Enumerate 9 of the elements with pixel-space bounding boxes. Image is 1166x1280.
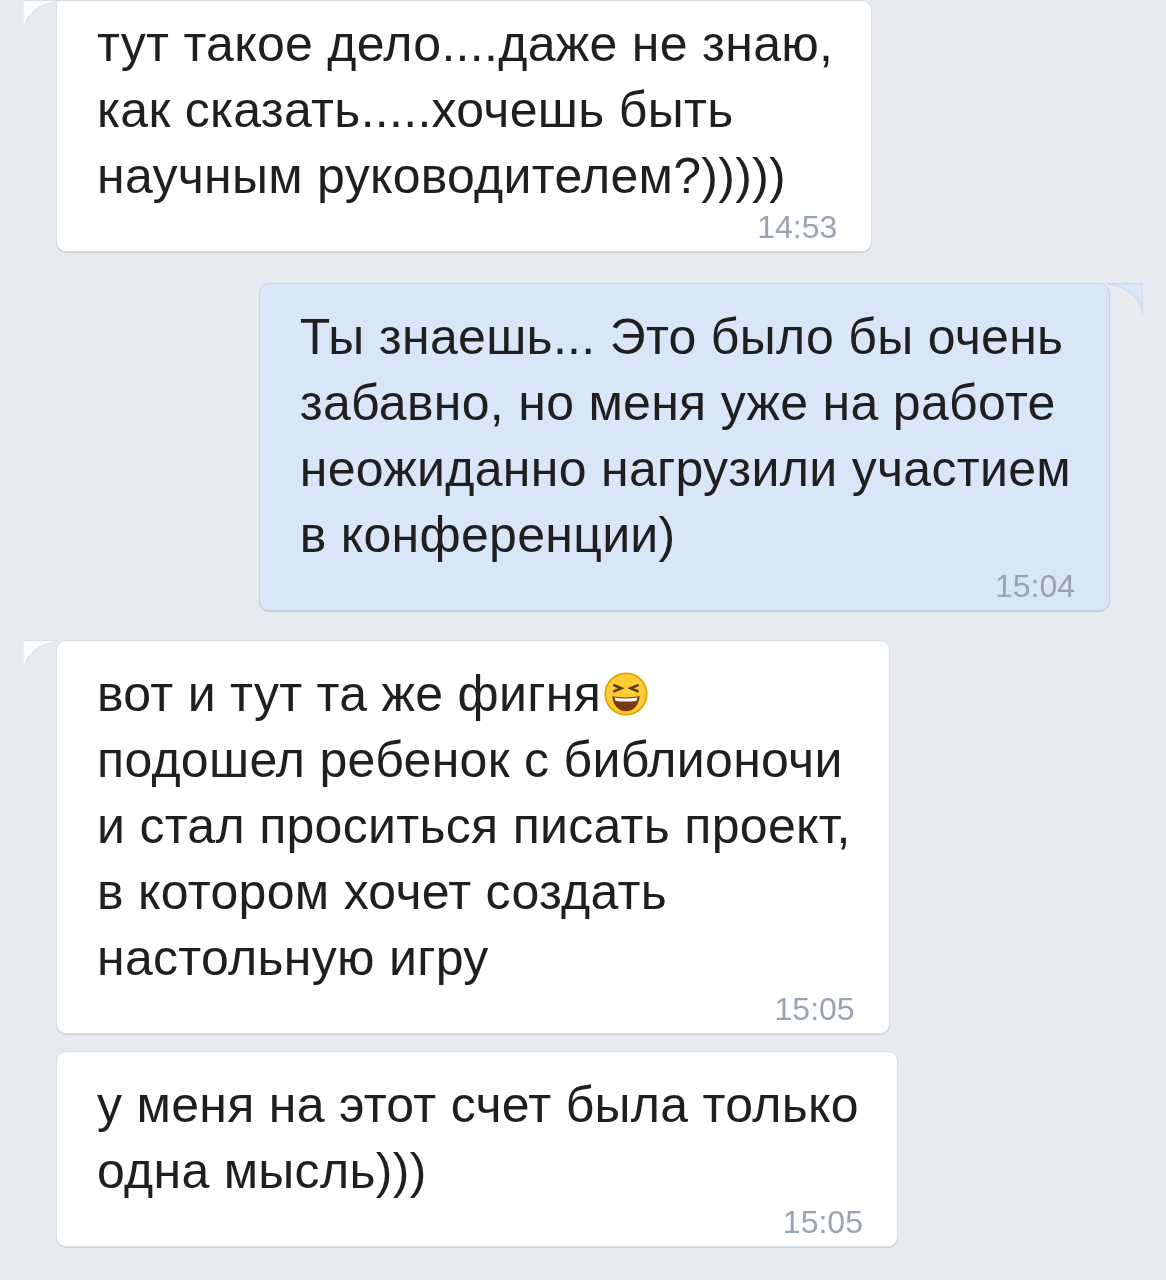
message-time: 15:05 — [774, 991, 855, 1027]
message-text: вот и тут та же фигня — [97, 665, 602, 724]
message-time: 14:53 — [757, 209, 838, 245]
message-text: тут такое дело....даже не знаю, как сказать.....хочешь быть научным руководителем?))))) — [97, 15, 834, 206]
message-text: подошел ребенок с библионочи и стал проситься писать проект, в котором хочет создать настольную игру — [97, 731, 851, 988]
message-time: 15:05 — [782, 1204, 863, 1240]
message-text: у меня на этот счет была только одна мысль))) — [97, 1076, 859, 1201]
message-text: Ты знаешь... Это было бы очень забавно, но меня уже на работе неожиданно нагрузили участием в конференции) — [299, 308, 1071, 565]
message-time: 15:04 — [994, 568, 1075, 604]
